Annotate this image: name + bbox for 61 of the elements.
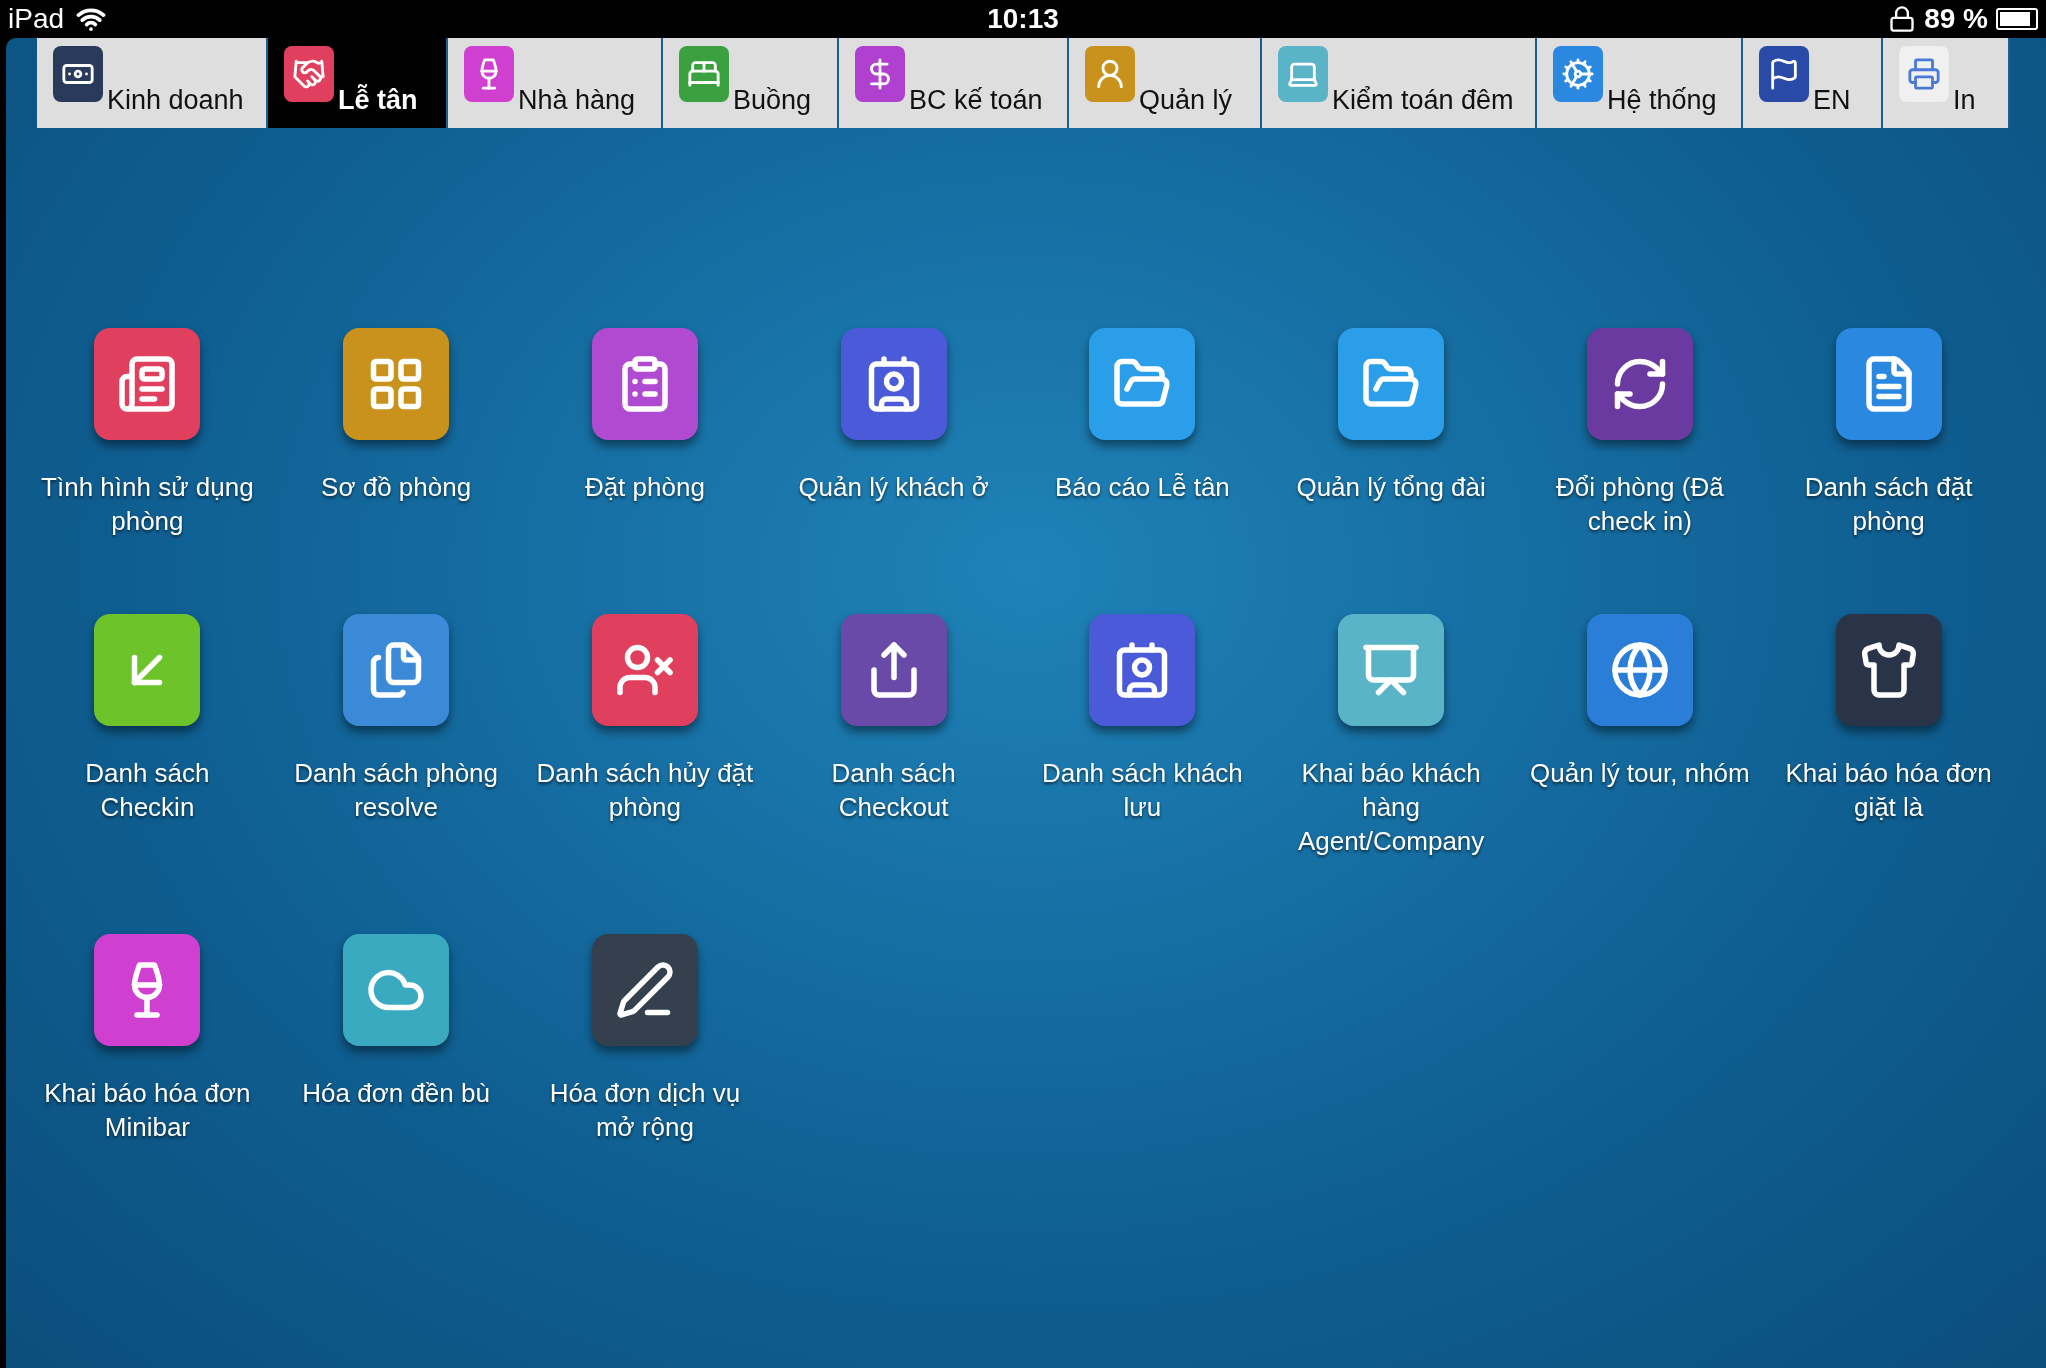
- nav-tab[interactable]: Quản lý: [1069, 38, 1262, 128]
- nav-tab[interactable]: Hệ thống: [1537, 38, 1743, 128]
- app-label[interactable]: Quản lý tour, nhóm: [1527, 756, 1753, 790]
- document-icon[interactable]: [1835, 328, 1942, 440]
- dollar-icon: [855, 46, 905, 102]
- app-label[interactable]: Khai báo hóa đơn giặt là: [1776, 756, 2002, 824]
- user-x-icon[interactable]: [591, 614, 698, 726]
- nav-tab[interactable]: In: [1883, 38, 2010, 128]
- folder-icon[interactable]: [1089, 328, 1196, 440]
- wine-icon[interactable]: [94, 934, 201, 1046]
- nav-tab[interactable]: Kinh doanh: [37, 38, 268, 128]
- nav-tab[interactable]: Nhà hàng: [448, 38, 663, 128]
- cloud-icon[interactable]: [343, 934, 450, 1046]
- share-icon[interactable]: [840, 614, 947, 726]
- app-label[interactable]: Danh sách khách lưu: [1029, 756, 1255, 824]
- app-label[interactable]: Quản lý khách ở: [781, 470, 1007, 504]
- app-label[interactable]: Danh sách đặt phòng: [1776, 470, 2002, 538]
- folder-icon[interactable]: [1338, 328, 1445, 440]
- presentation-icon[interactable]: [1338, 614, 1445, 726]
- banknote-icon: [53, 46, 103, 102]
- nav-tab[interactable]: EN: [1743, 38, 1883, 128]
- app-label[interactable]: Đổi phòng (Đã check in): [1527, 470, 1753, 538]
- battery-percent: 89 %: [1924, 2, 1988, 36]
- app-label[interactable]: Hóa đơn dịch vụ mở rộng: [532, 1076, 758, 1144]
- refresh-icon[interactable]: [1586, 328, 1693, 440]
- app-label[interactable]: Sơ đồ phòng: [283, 470, 509, 504]
- nav-tab[interactable]: Kiểm toán đêm: [1262, 38, 1537, 128]
- device-name: iPad: [8, 2, 65, 36]
- pen-icon[interactable]: [591, 934, 698, 1046]
- clipboard-icon[interactable]: [591, 328, 698, 440]
- app-label[interactable]: Báo cáo Lễ tân: [1029, 470, 1255, 504]
- clock: 10:13: [987, 2, 1059, 36]
- nav-tab[interactable]: Lễ tân: [268, 38, 448, 128]
- files-icon[interactable]: [343, 614, 450, 726]
- contact-card-icon[interactable]: [840, 328, 947, 440]
- app-label[interactable]: Danh sách Checkout: [781, 756, 1007, 824]
- laptop-icon: [1278, 46, 1328, 102]
- app-label[interactable]: Danh sách Checkin: [34, 756, 260, 824]
- globe-icon[interactable]: [1586, 614, 1693, 726]
- handshake-icon: [284, 46, 334, 102]
- app-label[interactable]: Danh sách phòng resolve: [283, 756, 509, 824]
- bed-icon: [679, 46, 729, 102]
- shirt-icon[interactable]: [1835, 614, 1942, 726]
- app-label[interactable]: Tình hình sử dụng phòng: [34, 470, 260, 538]
- app-label[interactable]: Khai báo khách hàng Agent/Company: [1278, 756, 1504, 858]
- nav-tab[interactable]: BC kế toán: [839, 38, 1069, 128]
- app-label[interactable]: Khai báo hóa đơn Minibar: [34, 1076, 260, 1144]
- app-label[interactable]: Quản lý tổng đài: [1278, 470, 1504, 504]
- printer-icon: [1899, 46, 1949, 102]
- newspaper-icon[interactable]: [94, 328, 201, 440]
- app-label[interactable]: Đặt phòng: [532, 470, 758, 504]
- wine-icon: [464, 46, 514, 102]
- grid-icon[interactable]: [343, 328, 450, 440]
- app-label[interactable]: Danh sách hủy đặt phòng: [532, 756, 758, 824]
- contact-card-icon[interactable]: [1089, 614, 1196, 726]
- user-icon: [1085, 46, 1135, 102]
- battery-icon: [1996, 8, 2038, 30]
- settings-icon: [1553, 46, 1603, 102]
- nav-tab[interactable]: Buồng: [663, 38, 839, 128]
- app-label[interactable]: Hóa đơn đền bù: [283, 1076, 509, 1110]
- flag-icon: [1759, 46, 1809, 102]
